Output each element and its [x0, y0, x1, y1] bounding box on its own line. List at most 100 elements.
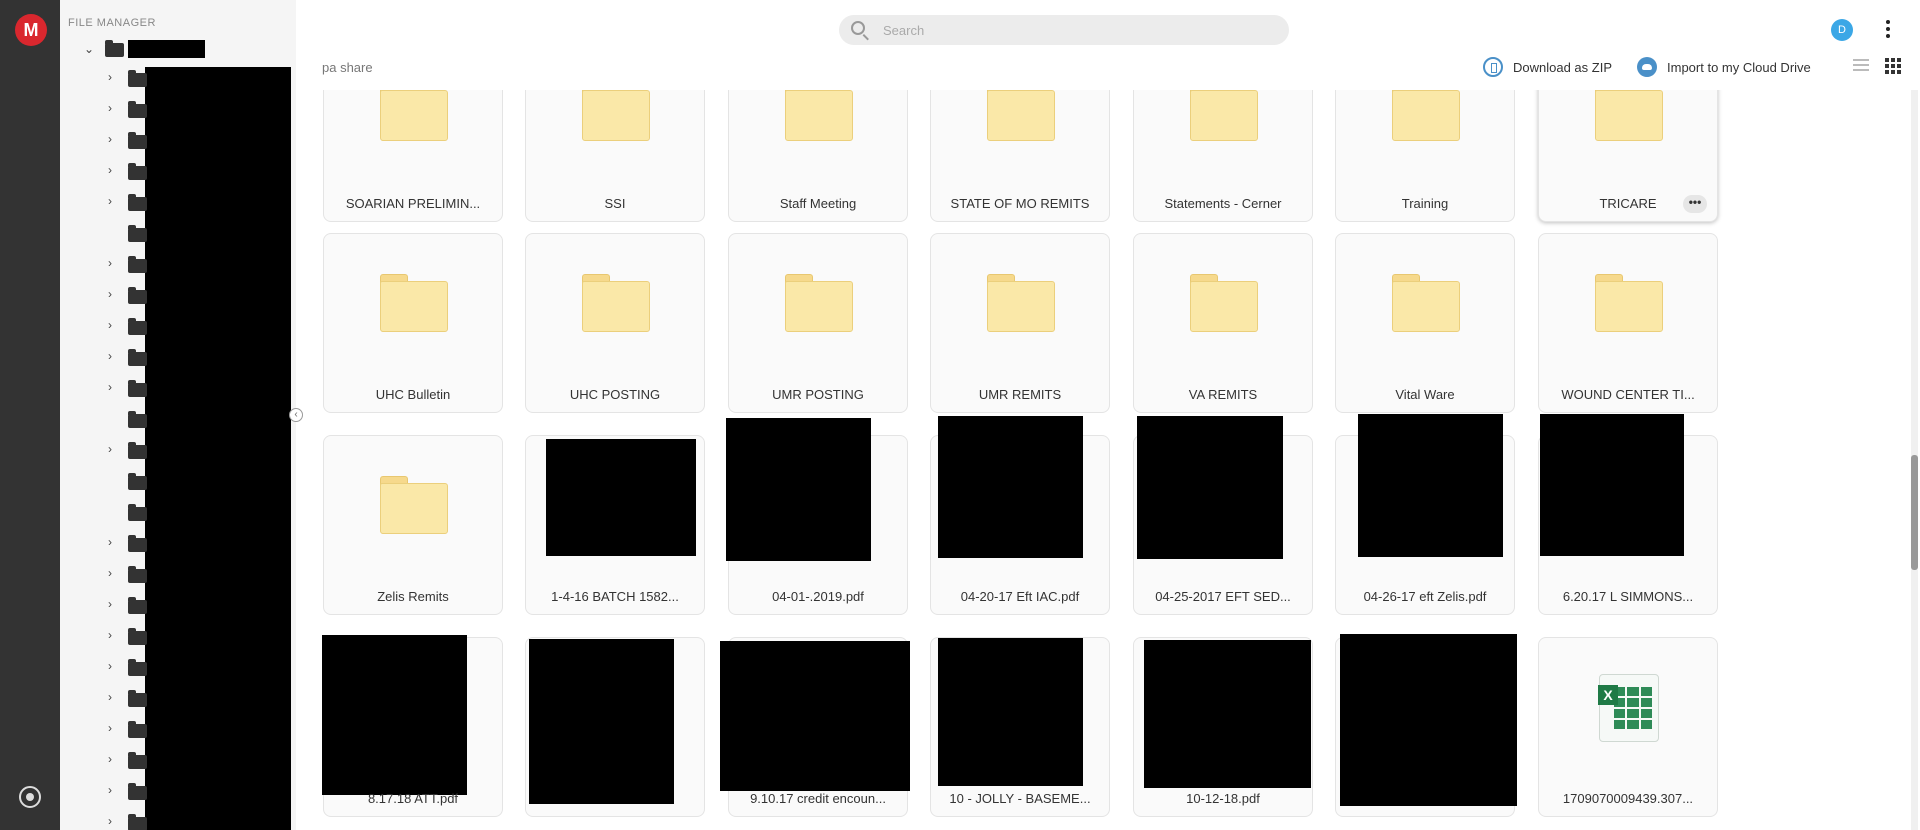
file-card[interactable]: 9.10.17 credit encoun... [720, 637, 910, 817]
network-status-icon[interactable] [19, 786, 41, 808]
folder-icon [128, 194, 147, 211]
redacted-thumbnail [546, 439, 696, 556]
import-cloud-label: Import to my Cloud Drive [1667, 59, 1811, 75]
folder-card[interactable]: Training [1335, 90, 1515, 222]
folder-icon [128, 101, 147, 118]
file-grid: SOARIAN PRELIMIN... SSI Staff Meeting STATE… [296, 90, 1906, 830]
folder-tree-panel: FILE MANAGER ⌄ › › › › › › › › › › › › › › › › › › › › › [60, 0, 296, 830]
chevron-right-icon[interactable]: › [108, 102, 118, 114]
folder-card[interactable]: VA REMITS [1133, 233, 1313, 413]
chevron-down-icon[interactable]: ⌄ [84, 43, 94, 55]
left-rail: M [0, 0, 60, 830]
file-card[interactable]: 04-25-2017 EFT SED... [1133, 416, 1313, 615]
chevron-right-icon[interactable]: › [108, 815, 118, 827]
search-bar[interactable] [839, 15, 1289, 45]
redacted-thumbnail [720, 641, 910, 791]
chevron-right-icon[interactable]: › [108, 195, 118, 207]
folder-icon [1595, 274, 1663, 332]
folder-icon [582, 274, 650, 332]
file-card[interactable]: X 1709070009439.307... [1538, 637, 1718, 817]
folder-icon [582, 90, 650, 141]
chevron-right-icon[interactable]: › [108, 443, 118, 455]
folder-icon [128, 318, 147, 335]
card-name: 1709070009439.307... [1562, 791, 1694, 806]
folder-card[interactable]: UMR POSTING [728, 233, 908, 413]
folder-card[interactable]: Vital Ware [1335, 233, 1515, 413]
grid-view-icon[interactable] [1885, 58, 1901, 74]
file-card[interactable]: 10 - JOLLY - BASEME... [930, 637, 1110, 817]
avatar[interactable]: D [1831, 19, 1853, 41]
file-card[interactable]: 1-4-16 BATCH 1582... [525, 435, 705, 615]
folder-card[interactable]: SSI [525, 90, 705, 222]
folder-card[interactable]: Staff Meeting [728, 90, 908, 222]
chevron-right-icon[interactable]: › [108, 350, 118, 362]
search-icon [851, 21, 865, 35]
chevron-right-icon[interactable]: › [108, 753, 118, 765]
redacted-thumbnail [726, 418, 871, 561]
folder-icon [128, 535, 147, 552]
card-name: SOARIAN PRELIMIN... [345, 196, 481, 211]
card-name: Training [1401, 196, 1449, 211]
card-name: 10 - JOLLY - BASEME... [949, 791, 1091, 806]
chevron-right-icon[interactable]: › [108, 319, 118, 331]
file-card[interactable]: 04-01-.2019.pdf [726, 418, 908, 615]
chevron-right-icon[interactable]: › [108, 257, 118, 269]
card-name: 1-4-16 BATCH 1582... [551, 589, 679, 604]
redacted-thumbnail [1144, 640, 1311, 788]
file-card[interactable]: 8.17.18 ATT.pdf [322, 635, 503, 817]
file-card[interactable]: 04-20-17 Eft IAC.pdf [930, 416, 1110, 615]
chevron-right-icon[interactable]: › [108, 133, 118, 145]
card-name: SSI [604, 196, 626, 211]
folder-card[interactable]: UHC POSTING [525, 233, 705, 413]
redacted-thumbnail [322, 635, 467, 795]
folder-card[interactable]: Statements - Cerner [1133, 90, 1313, 222]
folder-card[interactable]: Zelis Remits [323, 435, 503, 615]
redacted-names-block [145, 67, 291, 830]
more-menu-icon[interactable] [1885, 20, 1891, 40]
file-card[interactable]: 10-12-18.pdf [1133, 637, 1313, 817]
chevron-right-icon[interactable]: › [108, 691, 118, 703]
folder-card[interactable]: SOARIAN PRELIMIN... [323, 90, 503, 222]
chevron-right-icon[interactable]: › [108, 164, 118, 176]
card-name: VA REMITS [1188, 387, 1258, 402]
chevron-right-icon[interactable]: › [108, 288, 118, 300]
card-name: 6.20.17 L SIMMONS... [1562, 589, 1694, 604]
folder-icon [128, 256, 147, 273]
folder-card[interactable]: WOUND CENTER TI... [1538, 233, 1718, 413]
card-name: Statements - Cerner [1164, 196, 1282, 211]
search-input[interactable] [883, 15, 1273, 45]
chevron-right-icon[interactable]: › [108, 536, 118, 548]
list-view-icon[interactable] [1853, 59, 1869, 73]
card-name: 9.10.17 credit encoun... [750, 791, 886, 806]
folder-card[interactable]: UHC Bulletin [323, 233, 503, 413]
breadcrumb[interactable]: pa share [322, 60, 373, 75]
file-card[interactable]: 04-26-17 eft Zelis.pdf [1335, 414, 1515, 615]
folder-card[interactable]: UMR REMITS [930, 233, 1110, 413]
folder-icon [128, 566, 147, 583]
folder-icon [128, 287, 147, 304]
folder-icon [1190, 274, 1258, 332]
file-card[interactable] [1335, 634, 1517, 817]
download-zip-button[interactable]: Download as ZIP [1483, 56, 1612, 78]
import-cloud-drive-button[interactable]: Import to my Cloud Drive [1637, 56, 1811, 78]
mega-logo[interactable]: M [15, 14, 47, 46]
folder-icon [128, 783, 147, 800]
card-name: 10-12-18.pdf [1186, 791, 1260, 806]
file-card[interactable]: 6.20.17 L SIMMONS... [1538, 414, 1718, 615]
folder-icon [987, 274, 1055, 332]
chevron-right-icon[interactable]: › [108, 598, 118, 610]
card-more-options-icon[interactable]: ••• [1683, 195, 1707, 213]
card-name: UHC POSTING [569, 387, 661, 402]
chevron-right-icon[interactable]: › [108, 660, 118, 672]
file-card[interactable] [525, 637, 705, 817]
folder-card[interactable]: TRICARE ••• [1538, 90, 1718, 222]
chevron-right-icon[interactable]: › [108, 381, 118, 393]
chevron-right-icon[interactable]: › [108, 629, 118, 641]
chevron-right-icon[interactable]: › [108, 567, 118, 579]
chevron-right-icon[interactable]: › [108, 784, 118, 796]
chevron-right-icon[interactable]: › [108, 722, 118, 734]
scrollbar-thumb[interactable] [1911, 455, 1918, 570]
card-name: STATE OF MO REMITS [950, 196, 1090, 211]
chevron-right-icon[interactable]: › [108, 71, 118, 83]
folder-card[interactable]: STATE OF MO REMITS [930, 90, 1110, 222]
